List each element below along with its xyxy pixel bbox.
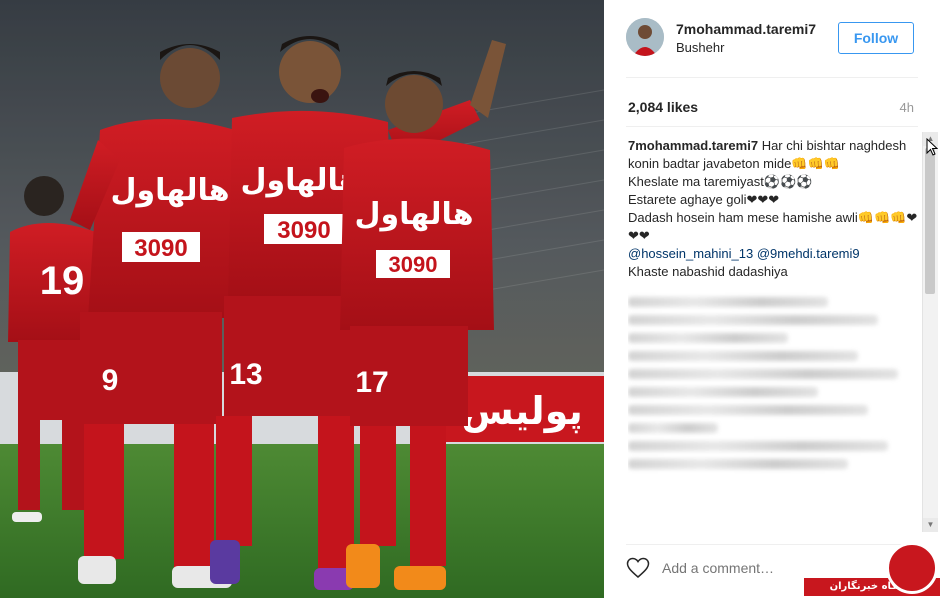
blurred-comment bbox=[628, 369, 898, 379]
blurred-comment bbox=[628, 405, 868, 415]
blurred-comment bbox=[628, 423, 718, 433]
caption-username[interactable]: 7mohammad.taremi7 bbox=[628, 138, 758, 153]
scroll-down-arrow-icon[interactable]: ▼ bbox=[923, 518, 938, 532]
caption-line-3: Estarete aghaye goli❤❤❤ bbox=[628, 192, 780, 207]
post-photo[interactable]: پولیس 19 هالهاول 3090 9 هالهاول 3090 13 … bbox=[0, 0, 604, 598]
watermark-circle-icon bbox=[886, 542, 938, 594]
post-header: 7mohammad.taremi7 Bushehr Follow bbox=[626, 18, 916, 62]
comments-list: 7mohammad.taremi7 Har chi bishtar naghde… bbox=[628, 137, 918, 537]
location-link[interactable]: Bushehr bbox=[676, 40, 724, 55]
scrollbar-thumb[interactable] bbox=[925, 148, 935, 294]
caption-line-2: Kheslate ma taremiyast⚽⚽⚽ bbox=[628, 174, 813, 189]
follow-button[interactable]: Follow bbox=[838, 22, 914, 54]
player-number-9: 9 bbox=[102, 364, 119, 397]
blurred-comment bbox=[628, 315, 878, 325]
blurred-comment bbox=[628, 297, 828, 307]
blurred-comment bbox=[628, 387, 818, 397]
caption: 7mohammad.taremi7 Har chi bishtar naghde… bbox=[628, 137, 918, 281]
banner-text: پولیس bbox=[461, 389, 583, 433]
number-plate-2: 3090 bbox=[277, 217, 330, 244]
blurred-comment bbox=[628, 351, 858, 361]
sponsor-text-3: هالهاول bbox=[354, 197, 473, 232]
caption-line-6: Khaste nabashid dadashiya bbox=[628, 264, 788, 279]
watermark-logo: باشگاه خبرنگاران bbox=[804, 542, 940, 598]
post-time[interactable]: 4h bbox=[900, 100, 914, 115]
avatar[interactable] bbox=[626, 18, 664, 56]
player-number-13: 13 bbox=[229, 358, 262, 391]
blurred-comment bbox=[628, 441, 888, 451]
number-plate-1: 3090 bbox=[134, 235, 187, 262]
player-number-19: 19 bbox=[40, 259, 85, 303]
avatar-image bbox=[626, 18, 664, 56]
blurred-comment bbox=[628, 333, 788, 343]
comments-scrollbar[interactable]: ▲ ▼ bbox=[922, 132, 938, 532]
sponsor-text-1: هالهاول bbox=[110, 173, 229, 208]
number-plate-3: 3090 bbox=[389, 252, 438, 277]
likes-divider bbox=[626, 126, 918, 127]
heart-outline-icon[interactable] bbox=[626, 557, 650, 579]
photo-image: پولیس 19 هالهاول 3090 9 هالهاول 3090 13 … bbox=[0, 0, 604, 598]
caption-line-4: Dadash hosein ham mese hamishe awli👊👊👊❤❤… bbox=[628, 210, 918, 243]
header-divider bbox=[626, 77, 918, 78]
player-number-17: 17 bbox=[355, 366, 388, 399]
caption-mentions[interactable]: @hossein_mahini_13 @9mehdi.taremi9 bbox=[628, 245, 918, 263]
blurred-comment bbox=[628, 459, 848, 469]
likes-count[interactable]: 2,084 likes bbox=[628, 99, 698, 115]
sponsor-text-2: هالهاول bbox=[240, 163, 359, 198]
username-link[interactable]: 7mohammad.taremi7 bbox=[676, 21, 816, 37]
post-sidebar: 7mohammad.taremi7 Bushehr Follow 2,084 l… bbox=[604, 0, 940, 598]
mouse-pointer-icon bbox=[926, 138, 938, 156]
